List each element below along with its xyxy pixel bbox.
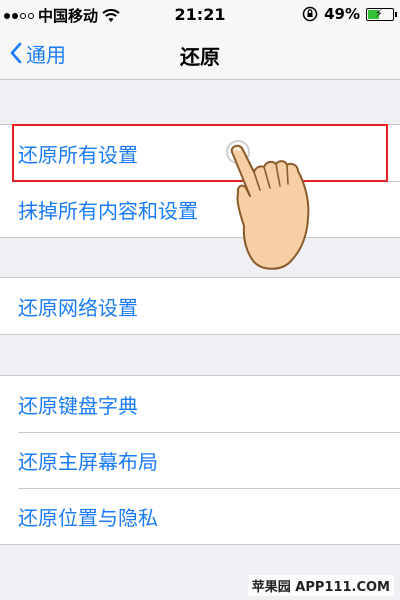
status-bar: 中国移动 21:21 49% ⚡ [0, 0, 400, 28]
reset-network-settings-item[interactable]: 还原网络设置 [0, 278, 400, 334]
list-item-label: 还原所有设置 [18, 142, 138, 167]
charging-bolt-icon: ⚡ [375, 6, 383, 20]
page-title: 还原 [180, 45, 220, 69]
list-item-label: 还原位置与隐私 [18, 505, 158, 530]
reset-group-2: 还原网络设置 [0, 277, 400, 335]
status-right: 49% ⚡ [302, 5, 397, 23]
reset-home-screen-layout-item[interactable]: 还原主屏幕布局 [0, 432, 400, 488]
reset-keyboard-dictionary-item[interactable]: 还原键盘字典 [0, 376, 400, 432]
list-item-label: 还原主屏幕布局 [18, 449, 158, 474]
watermark: 苹果园 APP111.COM [247, 575, 394, 596]
list-item-label: 还原键盘字典 [18, 393, 138, 418]
battery-icon: ⚡ [366, 6, 397, 21]
pointing-hand-icon [226, 140, 310, 270]
reset-location-privacy-item[interactable]: 还原位置与隐私 [0, 488, 400, 544]
list-item-label: 还原网络设置 [18, 295, 138, 320]
navigation-bar: 通用 还原 [0, 28, 400, 80]
rotation-lock-icon [302, 6, 318, 22]
battery-percent: 49% [324, 5, 360, 23]
list-item-label: 抹掉所有内容和设置 [18, 198, 198, 223]
reset-group-1: 还原所有设置 抹掉所有内容和设置 [0, 124, 400, 238]
reset-group-3: 还原键盘字典 还原主屏幕布局 还原位置与隐私 [0, 375, 400, 545]
erase-all-content-item[interactable]: 抹掉所有内容和设置 [0, 181, 400, 237]
reset-all-settings-item[interactable]: 还原所有设置 [0, 125, 400, 181]
